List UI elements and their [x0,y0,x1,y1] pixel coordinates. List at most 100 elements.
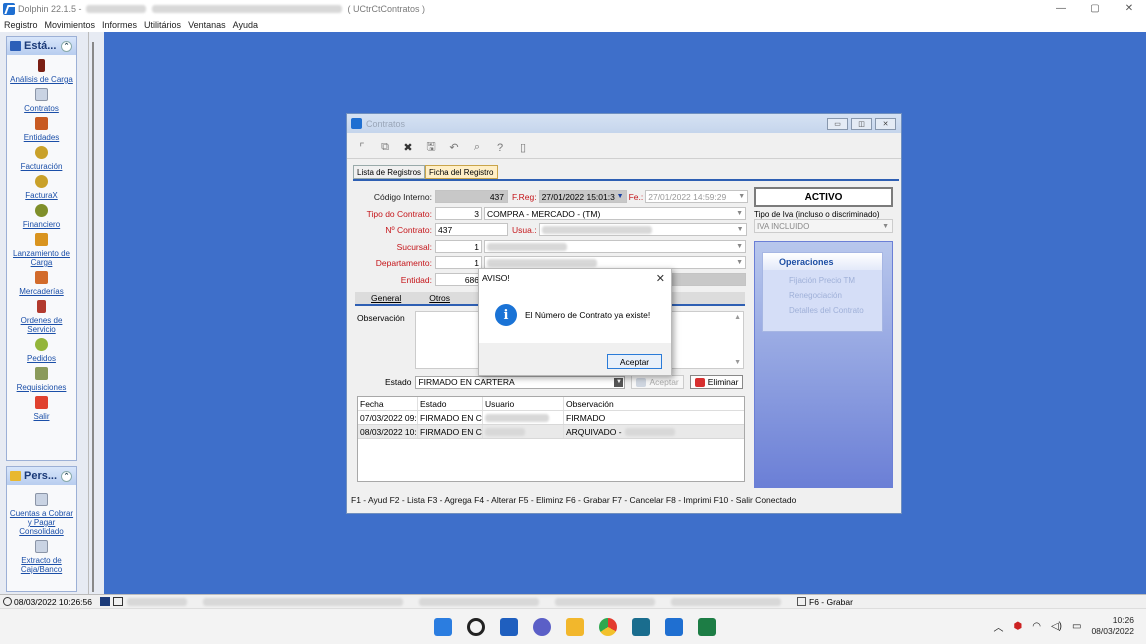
search-icon[interactable]: ⌕ [468,140,486,156]
copy-icon[interactable]: ⧉ [376,140,394,156]
menu-informes[interactable]: Informes [102,20,137,30]
app-icon[interactable] [632,618,650,636]
tab-lista-registros[interactable]: Lista de Registros [353,165,426,179]
freg-field[interactable]: 27/01/2022 15:01:3 ▼ [538,190,627,203]
close-icon[interactable]: ✕ [875,117,896,130]
exit-door-icon[interactable]: ▯ [514,140,532,156]
sucursal-code-field[interactable]: 1 [435,240,482,253]
sidebar-item-financiero[interactable]: Financiero [7,202,76,229]
usua-label: Usua.: [512,224,537,235]
wifi-icon[interactable]: ◠ [1032,621,1041,632]
sidebar-panel-header[interactable]: Está... ⌃ [7,37,76,55]
status-badge: ACTIVO [754,187,893,207]
eliminar-button[interactable]: Eliminar [689,375,744,389]
excel-icon[interactable] [698,618,716,636]
nro-contrato-field[interactable]: 437 [435,223,508,236]
sidebar-item-facturax[interactable]: FacturaX [7,173,76,200]
app-tray-icon[interactable]: ⬢ [1014,621,1023,632]
taskbar-clock[interactable]: 10:26 08/03/2022 [1091,615,1134,637]
file-explorer-icon[interactable] [566,618,584,636]
sidebar-item-salir[interactable]: Salir [7,394,76,421]
sidebar-item-contratos[interactable]: Contratos [7,86,76,113]
op-renegociacion[interactable]: Renegociación [763,291,882,300]
sidebar-item-extracto[interactable]: Extracto de Caja/Banco [7,538,76,574]
sidebar-panel-header[interactable]: Pers... ⌃ [7,467,76,485]
save-icon[interactable]: 🖫 [422,140,440,156]
restore-icon[interactable]: ▢ [1078,0,1112,17]
table-row[interactable]: 07/03/2022 09: FIRMADO EN CA FIRMADO [358,411,744,425]
service-icon [37,300,46,313]
tipo-contrato-code-field[interactable]: 3 [435,207,482,220]
col-fecha[interactable]: Fecha [358,397,418,410]
window-app-icon [351,118,362,129]
maximize-icon[interactable]: ◫ [851,117,872,130]
row-codigo-interno: Código Interno: 437 F.Reg: 27/01/2022 15… [349,190,749,203]
undo-icon[interactable]: ↶ [445,140,463,156]
col-observacion[interactable]: Observación [564,397,744,410]
delete-icon[interactable]: ✖ [399,140,417,156]
search-icon[interactable] [467,618,485,636]
sidebar-item-label: Facturación [20,162,63,171]
menu-utilitarios[interactable]: Utilitários [144,20,181,30]
iva-select[interactable]: IVA INCLUIDO ▼ [754,219,893,233]
menu-ayuda[interactable]: Ayuda [233,20,258,30]
usua-select[interactable]: ▼ [538,223,747,236]
help-icon[interactable]: ? [491,140,509,156]
col-usuario[interactable]: Usuario [483,397,564,410]
menu-ventanas[interactable]: Ventanas [188,20,226,30]
sidebar-item-lanzamiento[interactable]: Lanzamiento de Carga [7,231,76,267]
dolphin-app-icon[interactable] [665,618,683,636]
collapse-icon[interactable]: ⌃ [61,40,72,52]
sidebar-item-requisiciones[interactable]: Requisiciones [7,365,76,392]
task-view-icon[interactable] [500,618,518,636]
star-icon [10,471,21,481]
sidebar-panel-title: Está... [24,40,57,52]
tipo-contrato-select[interactable]: COMPRA - MERCADO - (TM) ▼ [484,207,746,220]
subtab-general[interactable]: General [371,293,401,303]
sidebar-splitter[interactable] [88,32,104,594]
table-row[interactable]: 08/03/2022 10: FIRMADO EN CA ARQUIVADO - [358,425,744,439]
col-estado[interactable]: Estado [418,397,483,410]
aceptar-button[interactable]: Aceptar [631,375,684,389]
teams-chat-icon[interactable] [533,618,551,636]
fe-field[interactable]: 27/01/2022 14:59:29 ▼ [645,190,749,203]
minimize-icon[interactable]: ▭ [827,117,848,130]
battery-icon[interactable]: ▭ [1072,621,1081,632]
menu-registro[interactable]: Registro [4,20,38,30]
scroll-down-icon[interactable]: ▼ [734,359,741,366]
sidebar-item-analisis[interactable]: Análisis de Carga [7,57,76,84]
new-icon[interactable]: ⌜ [353,140,371,156]
contracts-window-titlebar[interactable]: Contratos ▭ ◫ ✕ [347,114,901,133]
sidebar-item-cuentas[interactable]: Cuentas a Cobrar y Pagar Consolidado [7,491,76,536]
subtab-otros[interactable]: Otros [429,293,450,303]
sidebar-item-mercaderias[interactable]: Mercaderías [7,269,76,296]
op-detalles-contrato[interactable]: Detalles del Contrato [763,306,882,315]
sidebar-item-facturacion[interactable]: Facturación [7,144,76,171]
close-icon[interactable]: ✕ [1112,0,1146,17]
collapse-icon[interactable]: ⌃ [61,470,72,482]
minimize-icon[interactable]: — [1044,0,1078,17]
sucursal-select[interactable]: ▼ [484,240,746,253]
cell-estado: FIRMADO EN CA [420,411,483,424]
blurred-department [487,258,597,267]
volume-icon[interactable]: ◁) [1051,621,1062,632]
op-fijacion-precio[interactable]: Fijación Precio TM [763,276,882,285]
sidebar-item-entidades[interactable]: Entidades [7,115,76,142]
tab-ficha-registro[interactable]: Ficha del Registro [425,165,498,179]
chrome-icon[interactable] [599,618,617,636]
operations-group: Operaciones Fijación Precio TM Renegocia… [762,252,883,332]
estado-select[interactable]: FIRMADO EN CARTERA ▼ [415,375,626,389]
departamento-code-field[interactable]: 1 [435,256,482,269]
grid-header: Fecha Estado Usuario Observación [358,397,744,411]
dialog-titlebar[interactable]: AVISO! ✕ [479,269,671,287]
blurred-user [485,427,525,436]
dialog-ok-button[interactable]: Aceptar [607,354,662,369]
close-icon[interactable]: ✕ [656,272,665,285]
sidebar-item-ordenes[interactable]: Ordenes de Servicio [7,298,76,334]
sidebar-item-pedidos[interactable]: Pedidos [7,336,76,363]
entidad-code-field[interactable]: 686 [435,273,482,286]
scroll-up-icon[interactable]: ▲ [734,314,741,321]
chevron-up-icon[interactable]: ︿ [994,619,1004,634]
menu-movimientos[interactable]: Movimientos [45,20,96,30]
windows-start-icon[interactable] [434,618,452,636]
